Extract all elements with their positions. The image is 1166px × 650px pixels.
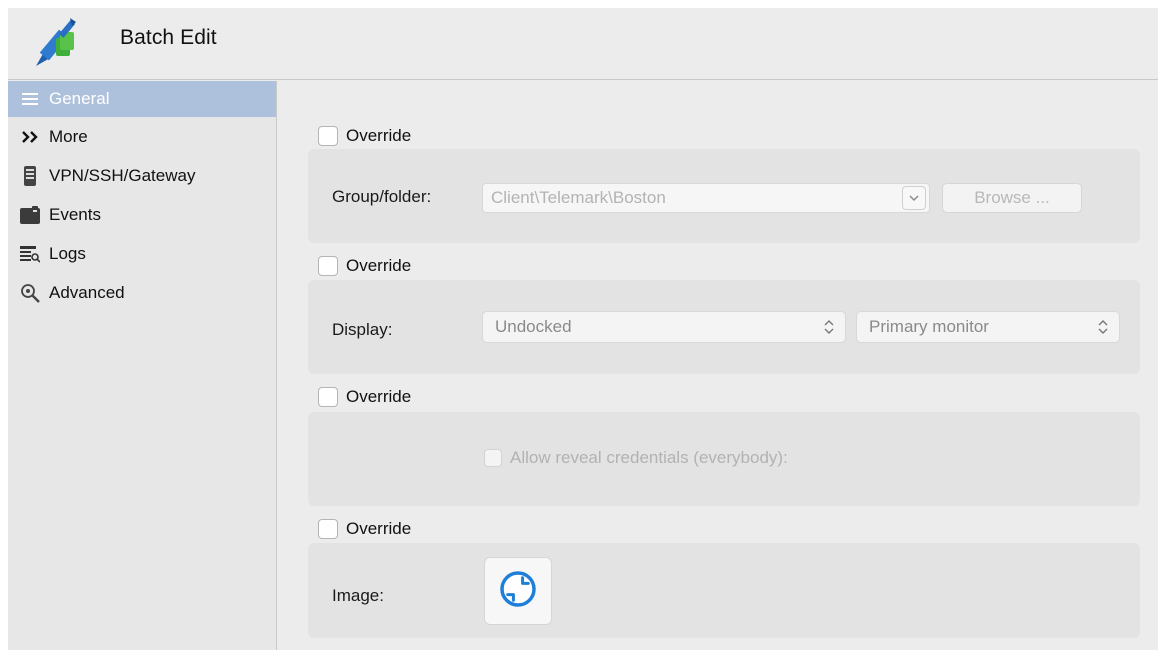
- override-label: Override: [346, 519, 412, 538]
- sidebar-item-label: Logs: [49, 244, 86, 263]
- override-credentials-row[interactable]: Override: [318, 387, 411, 407]
- browse-button[interactable]: Browse ...: [942, 183, 1082, 213]
- chevron-down-icon[interactable]: [902, 186, 926, 210]
- display-label: Display:: [332, 320, 393, 339]
- display-panel: Display: Undocked Primary monitor: [308, 280, 1140, 374]
- server-icon: [19, 165, 41, 187]
- log-icon: [19, 243, 41, 265]
- sidebar-item-label: General: [49, 89, 110, 108]
- sidebar-item-logs[interactable]: Logs: [8, 236, 276, 272]
- sidebar-item-label: Advanced: [49, 283, 125, 302]
- override-label: Override: [346, 387, 412, 406]
- group-folder-value: Client\Telemark\Boston: [491, 188, 666, 207]
- override-display-row[interactable]: Override: [318, 256, 411, 276]
- sidebar-item-label: Events: [49, 205, 101, 224]
- batch-edit-app-icon: [30, 16, 82, 72]
- allow-reveal-credentials-checkbox[interactable]: [484, 449, 502, 467]
- image-picker[interactable]: [484, 557, 552, 625]
- search-gear-icon: [19, 282, 41, 304]
- batch-edit-window: Batch Edit General More VPN/SSH/Gateway: [8, 8, 1158, 650]
- folder-icon: [19, 204, 41, 226]
- list-icon: [19, 88, 41, 110]
- override-group-checkbox[interactable]: [318, 126, 338, 146]
- display-mode-value: Undocked: [495, 317, 572, 336]
- sidebar-item-label: VPN/SSH/Gateway: [49, 166, 196, 185]
- header: Batch Edit: [8, 8, 1158, 80]
- display-mode-select[interactable]: Undocked: [482, 311, 846, 343]
- group-folder-label: Group/folder:: [332, 187, 432, 206]
- group-folder-combo[interactable]: Client\Telemark\Boston: [482, 183, 930, 213]
- window-title: Batch Edit: [120, 26, 217, 49]
- override-display-checkbox[interactable]: [318, 256, 338, 276]
- sidebar-item-events[interactable]: Events: [8, 197, 276, 233]
- up-down-arrows-icon: [819, 319, 839, 335]
- display-monitor-select[interactable]: Primary monitor: [856, 311, 1120, 343]
- allow-reveal-credentials-label: Allow reveal credentials (everybody):: [510, 448, 788, 467]
- image-label: Image:: [332, 586, 384, 605]
- double-chevron-icon: [19, 126, 41, 148]
- general-settings-panel: Override Group/folder: Client\Telemark\B…: [278, 81, 1158, 650]
- override-label: Override: [346, 126, 412, 145]
- override-image-checkbox[interactable]: [318, 519, 338, 539]
- group-folder-panel: Group/folder: Client\Telemark\Boston Bro…: [308, 149, 1140, 243]
- display-monitor-value: Primary monitor: [869, 317, 989, 336]
- sidebar-item-general[interactable]: General: [8, 81, 276, 117]
- up-down-arrows-icon: [1093, 319, 1113, 335]
- sidebar-item-more[interactable]: More: [8, 119, 276, 155]
- override-group-row[interactable]: Override: [318, 126, 411, 146]
- sidebar-item-advanced[interactable]: Advanced: [8, 275, 276, 311]
- sidebar: General More VPN/SSH/Gateway Events Logs: [8, 81, 277, 650]
- override-credentials-checkbox[interactable]: [318, 387, 338, 407]
- sidebar-item-vpn-ssh-gateway[interactable]: VPN/SSH/Gateway: [8, 158, 276, 194]
- remote-desktop-icon: [499, 570, 537, 613]
- override-image-row[interactable]: Override: [318, 519, 411, 539]
- allow-reveal-credentials-row[interactable]: Allow reveal credentials (everybody):: [484, 448, 788, 468]
- override-label: Override: [346, 256, 412, 275]
- image-panel: Image:: [308, 543, 1140, 638]
- sidebar-item-label: More: [49, 127, 88, 146]
- credentials-panel: Allow reveal credentials (everybody):: [308, 412, 1140, 506]
